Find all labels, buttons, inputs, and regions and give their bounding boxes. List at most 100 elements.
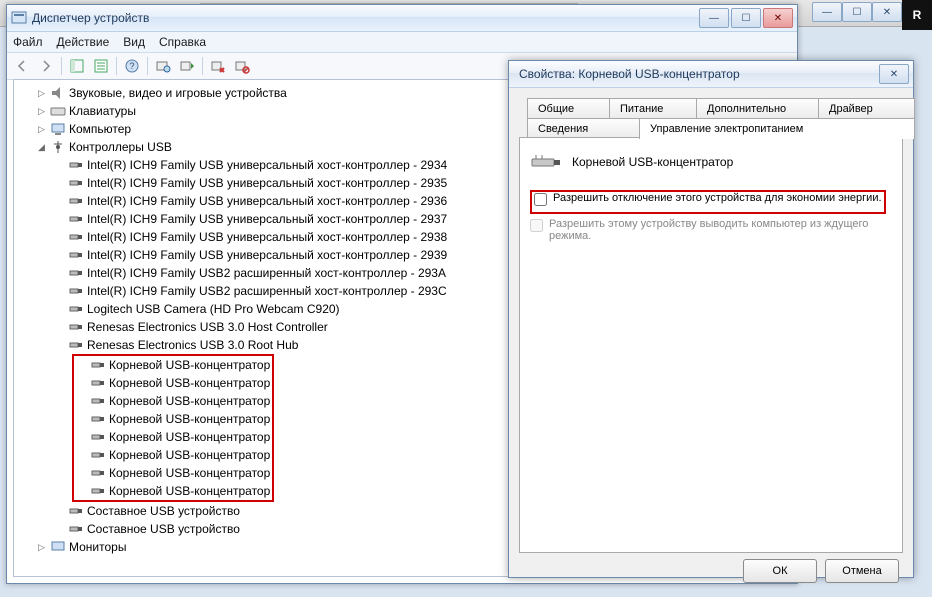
tree-label[interactable]: Корневой USB-концентратор xyxy=(109,464,270,482)
tree-label[interactable]: Составное USB устройство xyxy=(87,502,240,520)
usb-device-icon xyxy=(68,157,84,173)
usb-device-icon xyxy=(68,521,84,537)
tab-panel: Корневой USB-концентратор Разрешить откл… xyxy=(519,137,903,553)
titlebar[interactable]: Диспетчер устройств — ☐ ✕ xyxy=(7,5,797,32)
monitor-icon xyxy=(50,539,66,555)
usb-device-icon xyxy=(68,301,84,317)
tree-label[interactable]: Клавиатуры xyxy=(69,102,136,120)
tab-details[interactable]: Сведения xyxy=(527,118,649,139)
highlighted-option: Разрешить отключение этого устройства дл… xyxy=(530,190,886,214)
tree-label[interactable]: Корневой USB-концентратор xyxy=(109,446,270,464)
menubar: Файл Действие Вид Справка xyxy=(7,32,797,53)
properties-button[interactable] xyxy=(90,55,112,77)
tree-label[interactable]: Составное USB устройство xyxy=(87,520,240,538)
disable-button[interactable] xyxy=(231,55,253,77)
help-button[interactable]: ? xyxy=(121,55,143,77)
forward-button[interactable] xyxy=(35,55,57,77)
usb-device-icon xyxy=(68,265,84,281)
show-hide-tree-button[interactable] xyxy=(66,55,88,77)
bg-app-icon: R xyxy=(902,0,932,30)
tree-label[interactable]: Intel(R) ICH9 Family USB универсальный х… xyxy=(87,228,447,246)
menu-action[interactable]: Действие xyxy=(57,35,110,49)
usb-device-icon xyxy=(68,211,84,227)
close-button[interactable]: ✕ xyxy=(763,8,793,28)
dialog-close-button[interactable]: ✕ xyxy=(879,64,909,84)
tab-advanced[interactable]: Дополнительно xyxy=(696,98,828,119)
tree-label[interactable]: Intel(R) ICH9 Family USB универсальный х… xyxy=(87,210,447,228)
usb-device-icon xyxy=(90,447,106,463)
tree-label[interactable]: Корневой USB-концентратор xyxy=(109,428,270,446)
minimize-button[interactable]: — xyxy=(699,8,729,28)
tree-label[interactable]: Intel(R) ICH9 Family USB универсальный х… xyxy=(87,174,447,192)
allow-wake-checkbox xyxy=(530,219,543,232)
bg-max-button[interactable]: ☐ xyxy=(842,2,872,22)
usb-device-icon xyxy=(68,175,84,191)
maximize-button[interactable]: ☐ xyxy=(731,8,761,28)
tab-power-management[interactable]: Управление электропитанием xyxy=(639,118,915,139)
bg-min-button[interactable]: — xyxy=(812,2,842,22)
collapse-icon[interactable]: ◢ xyxy=(36,142,47,153)
usb-device-icon xyxy=(68,229,84,245)
usb-device-icon xyxy=(68,319,84,335)
window-icon xyxy=(11,10,27,26)
sound-icon xyxy=(50,85,66,101)
tree-label[interactable]: Корневой USB-концентратор xyxy=(109,482,270,500)
tree-label[interactable]: Intel(R) ICH9 Family USB2 расширенный хо… xyxy=(87,282,447,300)
cancel-button[interactable]: Отмена xyxy=(825,559,899,583)
tree-label[interactable]: Intel(R) ICH9 Family USB универсальный х… xyxy=(87,156,447,174)
usb-device-icon xyxy=(90,429,106,445)
ok-button[interactable]: ОК xyxy=(743,559,817,583)
computer-icon xyxy=(50,121,66,137)
tree-label[interactable]: Intel(R) ICH9 Family USB универсальный х… xyxy=(87,246,447,264)
tree-label[interactable]: Logitech USB Camera (HD Pro Webcam C920) xyxy=(87,300,340,318)
uninstall-button[interactable] xyxy=(207,55,229,77)
menu-view[interactable]: Вид xyxy=(123,35,145,49)
tab-strip: Общие Питание Дополнительно Драйвер Свед… xyxy=(519,98,903,138)
bg-close-button[interactable]: ✕ xyxy=(872,2,902,22)
expand-icon[interactable]: ▷ xyxy=(36,88,47,99)
tree-label[interactable]: Корневой USB-концентратор xyxy=(109,410,270,428)
highlighted-root-hubs: ·Корневой USB-концентратор·Корневой USB-… xyxy=(72,354,274,502)
menu-file[interactable]: Файл xyxy=(13,35,43,49)
keyboard-icon xyxy=(50,103,66,119)
usb-device-icon xyxy=(68,503,84,519)
dialog-title: Свойства: Корневой USB-концентратор xyxy=(513,67,879,81)
usb-device-icon xyxy=(90,483,106,499)
menu-help[interactable]: Справка xyxy=(159,35,206,49)
tree-label[interactable]: Intel(R) ICH9 Family USB универсальный х… xyxy=(87,192,447,210)
usb-device-icon xyxy=(90,375,106,391)
tree-label[interactable]: Корневой USB-концентратор xyxy=(109,356,270,374)
usb-device-icon xyxy=(68,283,84,299)
tree-label[interactable]: Корневой USB-концентратор xyxy=(109,374,270,392)
usb-device-icon xyxy=(68,193,84,209)
tree-label[interactable]: Контроллеры USB xyxy=(69,138,172,156)
tree-label[interactable]: Renesas Electronics USB 3.0 Root Hub xyxy=(87,336,298,354)
window-title: Диспетчер устройств xyxy=(32,11,699,25)
scan-hardware-button[interactable] xyxy=(152,55,174,77)
tree-label[interactable]: Звуковые, видео и игровые устройства xyxy=(69,84,287,102)
tree-label[interactable]: Renesas Electronics USB 3.0 Host Control… xyxy=(87,318,328,336)
svg-text:?: ? xyxy=(129,61,134,71)
tree-label[interactable]: Мониторы xyxy=(69,538,126,556)
tab-driver[interactable]: Драйвер xyxy=(818,98,915,119)
usb-controller-icon xyxy=(50,139,66,155)
tab-power[interactable]: Питание xyxy=(609,98,706,119)
allow-power-off-checkbox[interactable] xyxy=(534,193,547,206)
expand-icon[interactable]: ▷ xyxy=(36,542,47,553)
usb-hub-icon xyxy=(530,150,562,174)
allow-power-off-label: Разрешить отключение этого устройства дл… xyxy=(553,192,882,204)
expand-icon[interactable]: ▷ xyxy=(36,124,47,135)
usb-device-icon xyxy=(90,465,106,481)
tree-label[interactable]: Корневой USB-концентратор xyxy=(109,392,270,410)
tree-label[interactable]: Intel(R) ICH9 Family USB2 расширенный хо… xyxy=(87,264,446,282)
update-driver-button[interactable] xyxy=(176,55,198,77)
tree-label[interactable]: Компьютер xyxy=(69,120,131,138)
properties-dialog: Свойства: Корневой USB-концентратор ✕ Об… xyxy=(508,60,914,578)
tab-general[interactable]: Общие xyxy=(527,98,619,119)
usb-device-icon xyxy=(68,337,84,353)
back-button[interactable] xyxy=(11,55,33,77)
dialog-titlebar[interactable]: Свойства: Корневой USB-концентратор ✕ xyxy=(509,61,913,88)
usb-device-icon xyxy=(90,357,106,373)
allow-wake-label: Разрешить этому устройству выводить комп… xyxy=(549,218,892,242)
expand-icon[interactable]: ▷ xyxy=(36,106,47,117)
